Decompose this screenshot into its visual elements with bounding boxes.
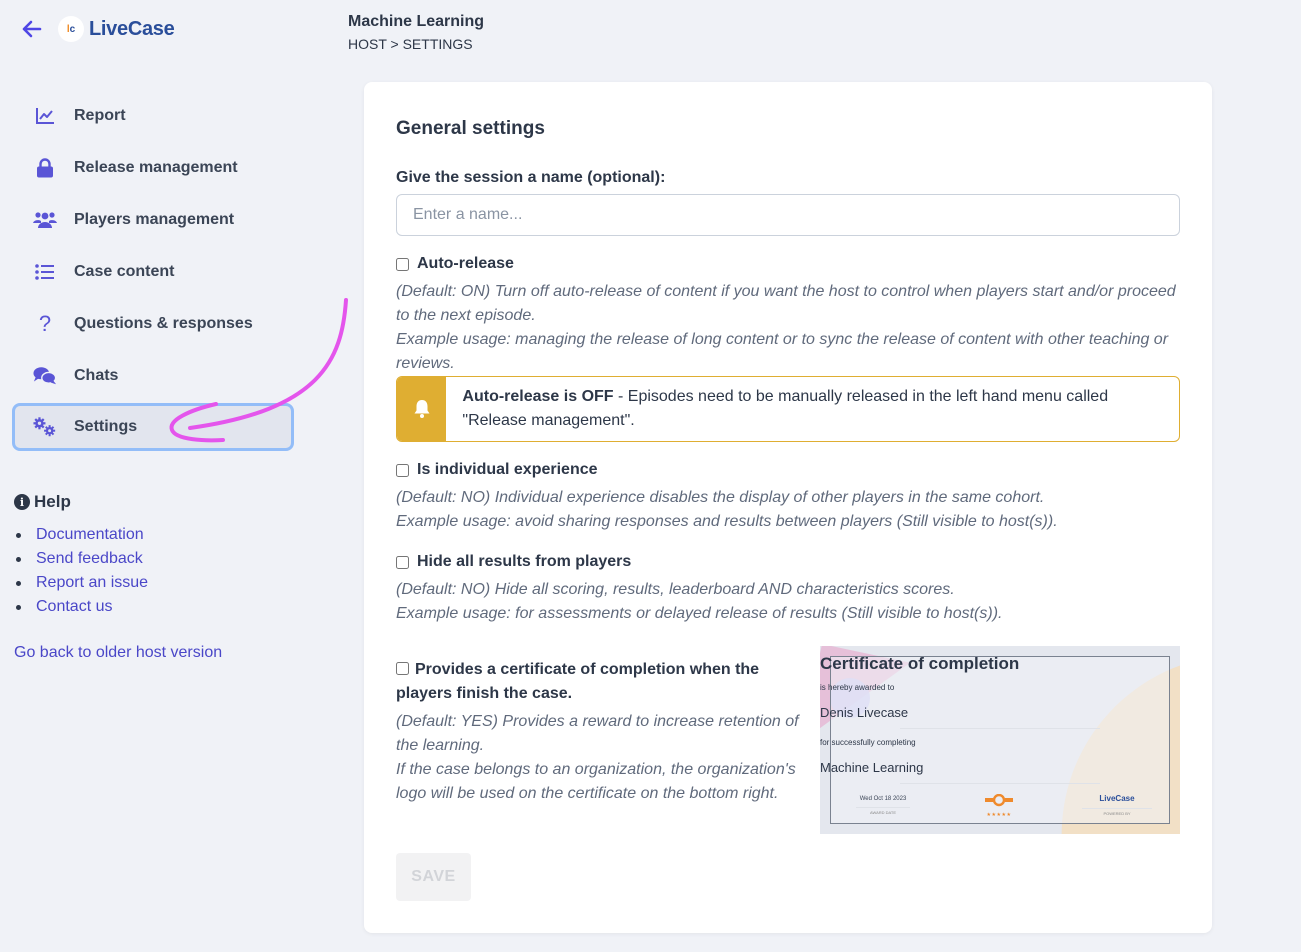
report-issue-link[interactable]: Report an issue <box>36 574 148 592</box>
send-feedback-link[interactable]: Send feedback <box>36 550 143 568</box>
certificate-preview: Certificate of completion is hereby awar… <box>820 646 1180 834</box>
sidebar-item-label: Case content <box>74 263 175 280</box>
lock-icon <box>33 157 57 179</box>
certificate-date-caption: AWARD DATE <box>856 807 910 815</box>
list-item: Contact us <box>14 595 148 619</box>
users-icon <box>33 209 57 231</box>
question-icon: ? <box>38 311 52 336</box>
description-line: Example usage: managing the release of l… <box>396 331 1169 372</box>
arrow-left-icon <box>22 20 42 38</box>
sidebar-item-chats[interactable]: Chats <box>12 352 294 400</box>
auto-release-row: Auto-release <box>396 255 514 273</box>
hide-results-row: Hide all results from players <box>396 553 631 571</box>
list-item: Documentation <box>14 523 148 547</box>
auto-release-alert: Auto-release is OFF - Episodes need to b… <box>396 376 1180 442</box>
session-name-input[interactable] <box>396 194 1180 236</box>
medal-icon: ★★★★★ <box>984 793 1014 818</box>
description-line: (Default: YES) Provides a reward to incr… <box>396 713 799 754</box>
individual-experience-row: Is individual experience <box>396 461 598 479</box>
certificate-row: Provides a certificate of completion whe… <box>396 658 806 706</box>
session-name-label: Give the session a name (optional): <box>396 169 666 186</box>
logo-badge-icon: lc <box>58 16 84 42</box>
brand-name: LiveCase <box>89 17 175 40</box>
description-line: Example usage: avoid sharing responses a… <box>396 513 1058 530</box>
alert-message: Auto-release is OFF - Episodes need to b… <box>446 377 1179 441</box>
description-line: (Default: NO) Individual experience disa… <box>396 489 1045 506</box>
save-button[interactable]: SAVE <box>396 853 471 901</box>
sidebar-item-label: Chats <box>74 367 119 384</box>
individual-experience-checkbox[interactable] <box>396 463 409 477</box>
certificate-date: Wed Oct 18 2023 <box>859 796 907 802</box>
certificate-title: Certificate of completion <box>820 654 1020 673</box>
auto-release-checkbox[interactable] <box>396 257 409 271</box>
rating-stars: ★★★★★ <box>986 812 1012 818</box>
sidebar-item-release-management[interactable]: Release management <box>12 144 294 192</box>
bell-icon <box>397 377 447 441</box>
older-host-version-link[interactable]: Go back to older host version <box>14 644 222 662</box>
breadcrumb: HOST > SETTINGS <box>348 36 473 52</box>
cogs-icon <box>33 416 57 438</box>
sidebar-item-label: Questions & responses <box>74 315 253 332</box>
help-heading: i Help <box>14 492 148 512</box>
auto-release-label: Auto-release <box>417 255 514 272</box>
description-line: If the case belongs to an organization, … <box>396 761 796 802</box>
comments-icon <box>33 365 57 387</box>
back-button[interactable] <box>20 14 44 44</box>
sidebar-item-label: Players management <box>74 211 235 228</box>
certificate-description: (Default: YES) Provides a reward to incr… <box>396 710 810 806</box>
info-circle-icon: i <box>14 494 30 510</box>
list-item: Send feedback <box>14 547 148 571</box>
description-line: Example usage: for assessments or delaye… <box>396 605 1003 622</box>
hide-results-checkbox[interactable] <box>396 555 409 569</box>
certificate-brand: LiveCase <box>1099 794 1135 803</box>
top-bar: lc LiveCase <box>20 14 175 44</box>
page-title: Machine Learning <box>348 13 485 30</box>
alert-bold-text: Auto-release is OFF <box>462 388 614 405</box>
individual-experience-label: Is individual experience <box>417 461 598 478</box>
auto-release-description: (Default: ON) Turn off auto-release of c… <box>396 280 1180 376</box>
chart-line-icon <box>33 105 57 127</box>
certificate-brand-caption: POWERED BY <box>1082 808 1152 816</box>
sidebar-item-settings[interactable]: Settings <box>12 403 294 451</box>
sidebar-item-label: Settings <box>74 418 138 435</box>
hide-results-description: (Default: NO) Hide all scoring, results,… <box>396 578 1180 626</box>
hide-results-label: Hide all results from players <box>417 553 632 570</box>
livecase-logo[interactable]: lc LiveCase <box>58 16 175 42</box>
individual-experience-description: (Default: NO) Individual experience disa… <box>396 486 1180 534</box>
contact-us-link[interactable]: Contact us <box>36 598 112 616</box>
certificate-divider <box>900 783 1100 784</box>
certificate-awarded-text: is hereby awarded to <box>820 683 895 692</box>
sidebar-item-players-management[interactable]: Players management <box>12 196 294 244</box>
sidebar-item-report[interactable]: Report <box>12 92 294 140</box>
certificate-checkbox[interactable] <box>396 662 409 675</box>
sidebar-item-case-content[interactable]: Case content <box>12 248 294 296</box>
certificate-date-block: Wed Oct 18 2023 AWARD DATE <box>856 796 910 815</box>
help-links: Documentation Send feedback Report an is… <box>14 523 148 619</box>
description-line: (Default: NO) Hide all scoring, results,… <box>396 581 955 598</box>
certificate-course: Machine Learning <box>820 760 924 775</box>
section-heading: General settings <box>396 118 545 139</box>
list-icon <box>33 261 57 283</box>
certificate-brand-block: LiveCase POWERED BY <box>1082 794 1152 816</box>
certificate-recipient: Denis Livecase <box>820 705 909 720</box>
documentation-link[interactable]: Documentation <box>36 526 144 544</box>
certificate-label: Provides a certificate of completion whe… <box>396 661 760 702</box>
help-title-text: Help <box>34 492 71 511</box>
general-settings-card: General settings Give the session a name… <box>364 82 1212 933</box>
description-line: (Default: ON) Turn off auto-release of c… <box>396 283 1176 324</box>
sidebar-item-label: Release management <box>74 159 238 176</box>
certificate-for-text: for successfully completing <box>820 738 916 747</box>
page-header: Machine Learning HOST > SETTINGS <box>348 13 484 52</box>
help-section: i Help Documentation Send feedback Repor… <box>14 492 148 619</box>
logo-letter-c: c <box>69 23 76 35</box>
list-item: Report an issue <box>14 571 148 595</box>
sidebar-item-label: Report <box>74 107 126 124</box>
certificate-divider <box>900 728 1100 729</box>
sidebar-item-questions-responses[interactable]: ? Questions & responses <box>12 300 294 348</box>
